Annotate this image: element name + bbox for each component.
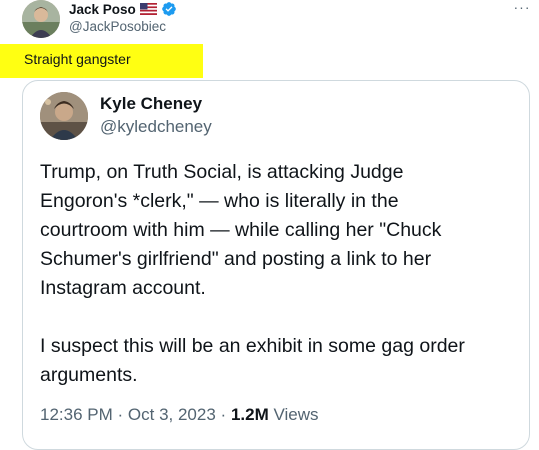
quoted-tweet-meta: 12:36 PM · Oct 3, 2023 · 1.2M Views — [40, 405, 319, 425]
author-name[interactable]: Jack Poso — [69, 2, 136, 17]
tweet-text: Straight gangster — [24, 51, 131, 67]
views-label: Views — [273, 405, 319, 424]
author-handle[interactable]: @JackPosobiec — [69, 19, 166, 34]
quoted-author-handle[interactable]: @kyledcheney — [100, 117, 212, 137]
verified-badge-icon — [161, 1, 177, 17]
tweet-time[interactable]: 12:36 PM — [40, 405, 113, 424]
quoted-author-avatar[interactable] — [40, 92, 88, 140]
quoted-body-line: Trump, on Truth Social, is attacking Jud… — [40, 161, 404, 183]
quoted-body-line: Engoron's *clerk," — who is literally in… — [40, 190, 399, 212]
author-name-row[interactable]: Jack Poso — [69, 1, 177, 17]
meta-separator: · — [220, 405, 227, 424]
quoted-body-line: courtroom with him — while calling her "… — [40, 219, 442, 241]
views-count: 1.2M — [230, 405, 269, 424]
quoted-author-name[interactable]: Kyle Cheney — [100, 94, 202, 114]
us-flag-icon — [139, 3, 157, 15]
meta-separator: · — [117, 405, 124, 424]
quoted-body-line: Instagram account. — [40, 277, 206, 299]
quoted-body-line: I suspect this will be an exhibit in som… — [40, 335, 465, 357]
quoted-body-line: arguments. — [40, 364, 138, 386]
quoted-tweet-body: Trump, on Truth Social, is attacking Jud… — [40, 158, 520, 390]
more-options-icon[interactable]: ··· — [512, 0, 532, 16]
author-avatar[interactable] — [22, 0, 60, 38]
quoted-body-line: Schumer's girlfriend" and posting a link… — [40, 248, 432, 270]
tweet-date[interactable]: Oct 3, 2023 — [128, 405, 216, 424]
